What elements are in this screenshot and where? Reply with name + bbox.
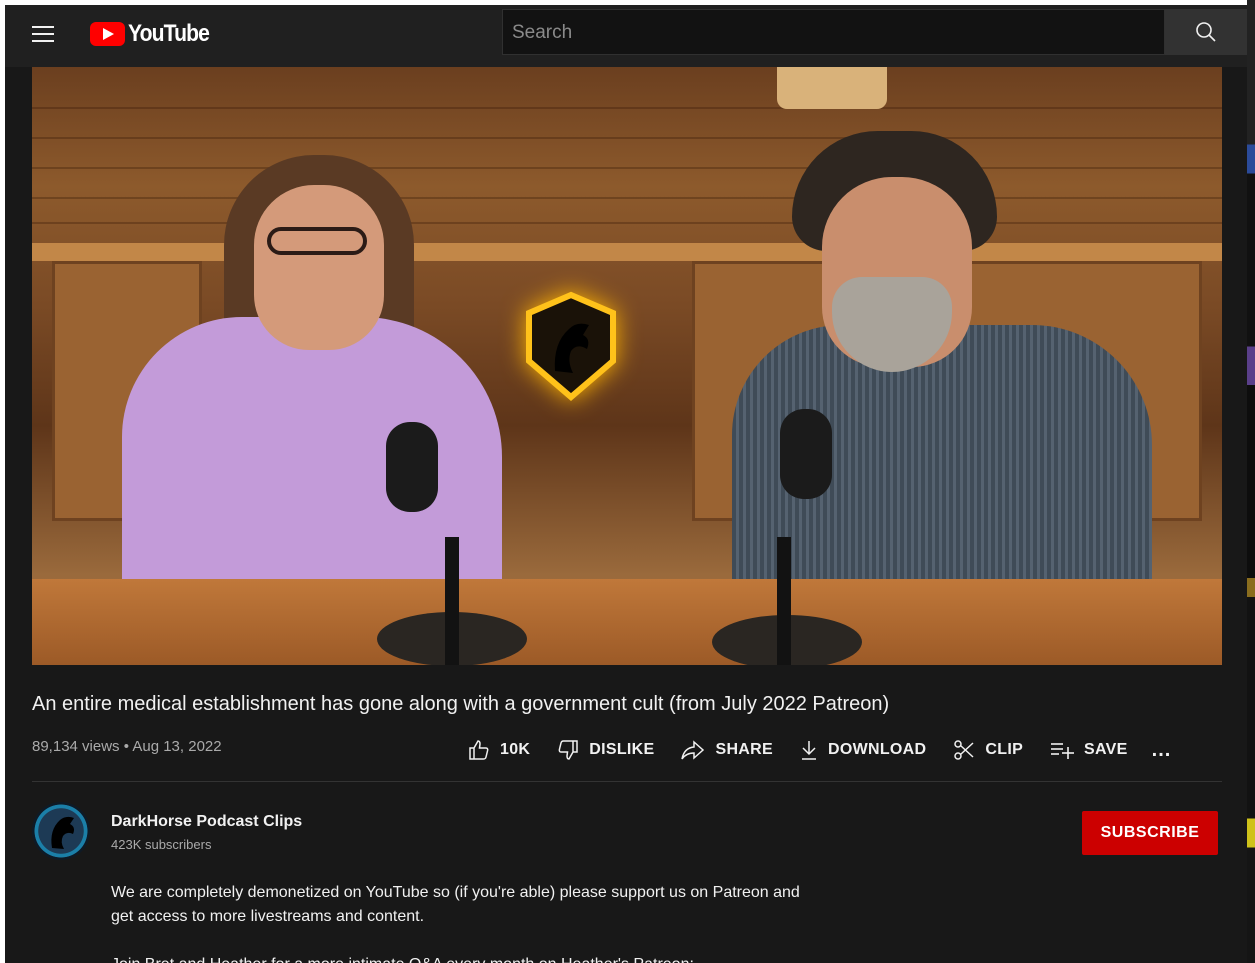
download-icon — [802, 741, 816, 760]
playlist-add-icon — [1051, 743, 1075, 759]
clip-button[interactable]: CLIP — [952, 738, 1023, 762]
description-line: get access to more livestreams and conte… — [111, 908, 425, 925]
share-icon — [681, 740, 705, 760]
channel-avatar[interactable] — [32, 802, 90, 860]
search-button[interactable] — [1165, 9, 1247, 55]
upload-date: Aug 13, 2022 — [132, 738, 222, 755]
divider — [32, 781, 1222, 782]
scissors-icon — [954, 740, 974, 760]
video-description: We are completely demonetized on YouTube… — [111, 881, 891, 963]
channel-name[interactable]: DarkHorse Podcast Clips — [111, 813, 302, 831]
microphone-left — [386, 422, 438, 512]
thumbs-up-icon — [469, 740, 489, 760]
more-actions-button[interactable]: ... — [1152, 739, 1172, 762]
table — [32, 579, 1222, 665]
share-button[interactable]: SHARE — [680, 738, 773, 762]
youtube-play-icon — [90, 22, 125, 46]
thumbs-down-icon — [558, 740, 579, 760]
masthead: YouTube Search — [5, 5, 1247, 67]
share-label: SHARE — [715, 741, 773, 758]
action-bar: 10K DISLIKE SHARE DOWNLOAD CLIP SAVE ... — [467, 736, 1171, 764]
description-line: Join Bret and Heather for a more intimat… — [111, 953, 694, 963]
logo-text: YouTube — [128, 20, 210, 47]
youtube-window: YouTube Search An entire medical establi… — [5, 5, 1247, 963]
darkhorse-emblem — [526, 291, 616, 401]
clip-label: CLIP — [985, 741, 1024, 758]
video-title: An entire medical establishment has gone… — [32, 693, 890, 715]
view-count: 89,134 views — [32, 738, 120, 755]
search-icon — [1196, 22, 1216, 42]
darkhorse-avatar-icon — [51, 816, 74, 849]
meta-separator: • — [123, 738, 129, 755]
dislike-button[interactable]: DISLIKE — [556, 738, 654, 762]
video-player[interactable] — [32, 67, 1222, 665]
download-button[interactable]: DOWNLOAD — [799, 738, 926, 762]
dislike-label: DISLIKE — [589, 741, 655, 758]
subscribe-button[interactable]: SUBSCRIBE — [1082, 811, 1218, 855]
download-label: DOWNLOAD — [828, 741, 927, 758]
search-input[interactable]: Search — [502, 9, 1165, 55]
like-button[interactable]: 10K — [467, 738, 530, 762]
microphone-right — [780, 409, 832, 499]
like-count: 10K — [500, 741, 531, 758]
description-line: We are completely demonetized on YouTube… — [111, 884, 800, 901]
adjacent-window-edge — [1247, 0, 1255, 963]
save-button[interactable]: SAVE — [1049, 738, 1128, 762]
subscriber-count: 423K subscribers — [111, 837, 212, 852]
lamp — [777, 67, 887, 109]
shelf — [32, 243, 1222, 261]
youtube-logo[interactable]: YouTube — [90, 20, 220, 48]
menu-icon[interactable] — [32, 21, 58, 47]
video-meta: 89,134 views • Aug 13, 2022 — [32, 738, 222, 755]
save-label: SAVE — [1084, 741, 1128, 758]
